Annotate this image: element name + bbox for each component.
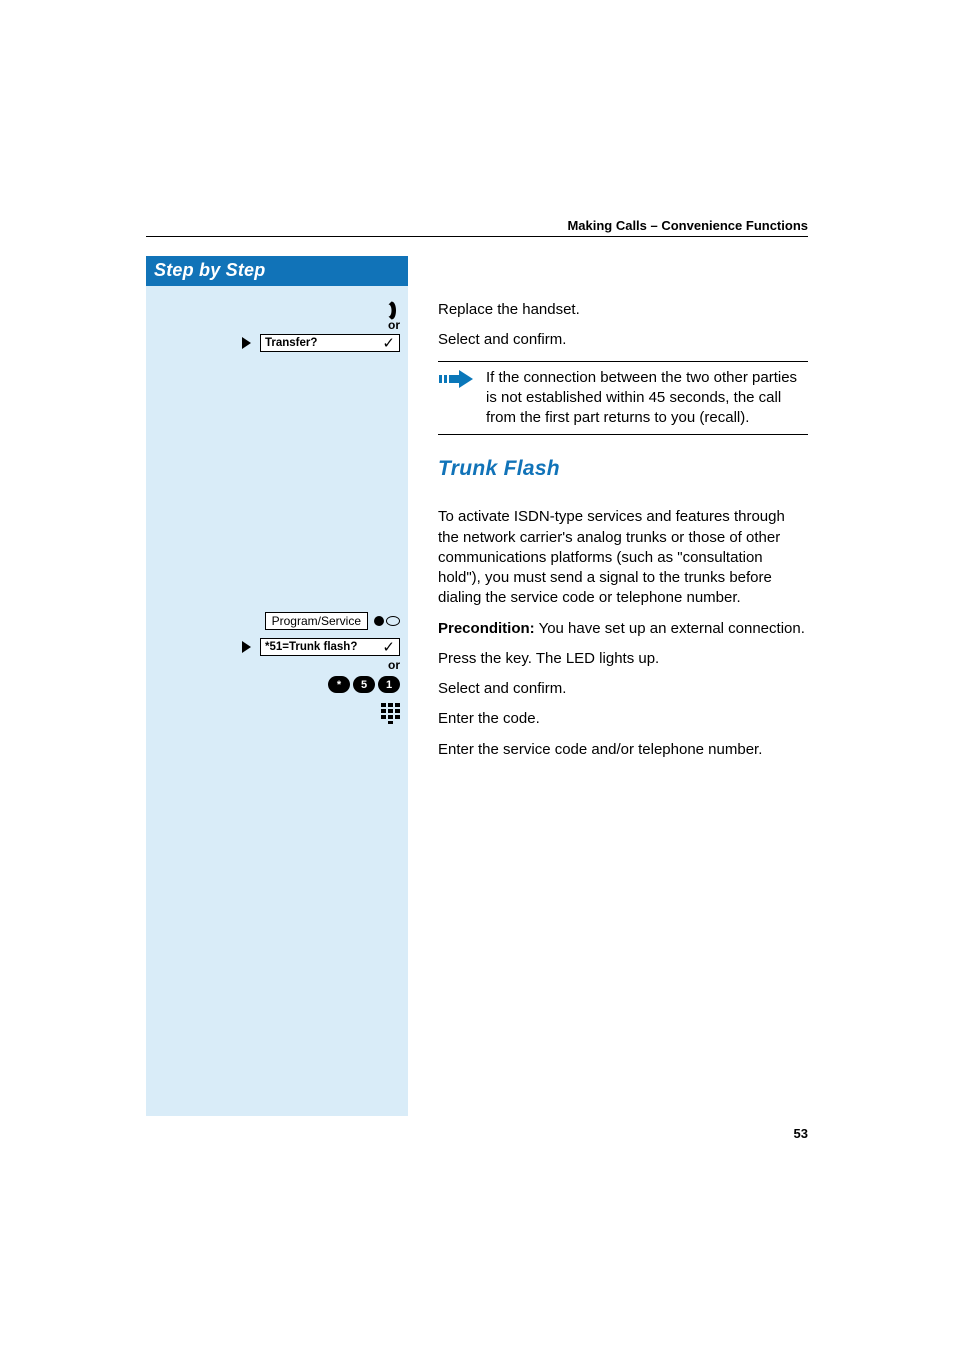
precondition-label: Precondition: [438, 620, 535, 637]
page-number: 53 [794, 1126, 808, 1141]
note-text: If the connection between the two other … [486, 368, 808, 429]
replace-handset-text: Replace the handset. [438, 300, 808, 320]
precondition-line: Precondition: You have set up an externa… [438, 619, 808, 639]
main-content: Replace the handset. Select and confirm.… [438, 256, 808, 770]
select-confirm-text-2: Select and confirm. [438, 679, 808, 699]
key-1[interactable]: 1 [378, 676, 400, 693]
transfer-menu-row: Transfer? ✓ [242, 334, 400, 352]
or-label-1: or [388, 318, 400, 332]
precondition-rest: You have set up an external connection. [535, 620, 805, 637]
trunk-flash-label: *51=Trunk flash? [265, 641, 357, 653]
code-keys-row: * 5 1 [328, 676, 400, 693]
trunk-flash-menu-row: *51=Trunk flash? ✓ [242, 638, 400, 656]
step-side-column: or Transfer? ✓ Program/Service *51=Trunk… [146, 286, 408, 1116]
keypad-row [380, 702, 400, 724]
transfer-label: Transfer? [265, 337, 317, 349]
press-key-text: Press the key. The LED lights up. [438, 649, 808, 669]
header-section: Making Calls – Convenience Functions [567, 218, 808, 233]
key-5[interactable]: 5 [353, 676, 375, 693]
trunk-flash-menu-item[interactable]: *51=Trunk flash? ✓ [260, 638, 400, 656]
trunk-flash-heading: Trunk Flash [438, 457, 808, 481]
or-label-2: or [388, 658, 400, 672]
enter-code-text: Enter the code. [438, 709, 808, 729]
note-box: If the connection between the two other … [438, 361, 808, 436]
triangle-icon [242, 337, 251, 349]
step-title: Step by Step [154, 260, 265, 280]
triangle-icon [242, 641, 251, 653]
program-service-key[interactable]: Program/Service [265, 612, 368, 630]
key-star[interactable]: * [328, 676, 350, 693]
trunk-flash-paragraph: To activate ISDN-type services and featu… [438, 507, 808, 608]
program-service-row: Program/Service [265, 612, 400, 630]
step-by-step-banner: Step by Step [146, 256, 408, 286]
page-header: Making Calls – Convenience Functions [146, 218, 808, 237]
led-icon [374, 616, 400, 626]
enter-service-text: Enter the service code and/or telephone … [438, 740, 808, 760]
note-arrow-icon [438, 368, 474, 429]
transfer-menu-item[interactable]: Transfer? ✓ [260, 334, 400, 352]
check-icon: ✓ [382, 334, 395, 352]
keypad-icon [380, 702, 400, 724]
select-confirm-text-1: Select and confirm. [438, 330, 808, 350]
check-icon: ✓ [382, 638, 395, 656]
